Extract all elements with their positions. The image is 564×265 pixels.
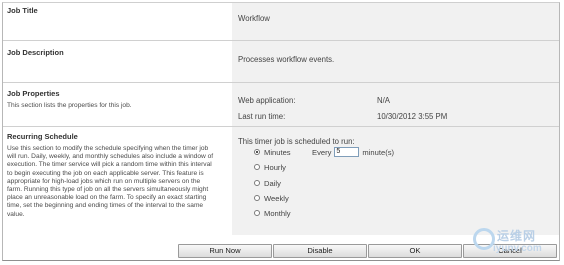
watermark-logo-icon xyxy=(473,228,495,250)
radio-option-daily[interactable]: Daily xyxy=(254,178,310,188)
radio-option-weekly[interactable]: Weekly xyxy=(254,193,310,203)
radio-minutes[interactable] xyxy=(254,149,260,155)
job-title-label: Job Title xyxy=(7,6,38,15)
timer-job-form: Job Title Workflow Job Description Proce… xyxy=(2,2,560,261)
radio-hourly[interactable] xyxy=(254,164,260,170)
radio-option-minutes[interactable]: Minutes Every minute(s) xyxy=(254,147,394,157)
job-properties-label: Job Properties xyxy=(7,89,60,98)
site-watermark: 运维网 iyunv.com xyxy=(473,222,553,258)
radio-daily[interactable] xyxy=(254,180,260,186)
last-run-label: Last run time: xyxy=(238,112,286,121)
last-run-value: 10/30/2012 3:55 PM xyxy=(377,112,448,121)
recurring-schedule-description: Use this section to modify the schedule … xyxy=(7,145,214,218)
radio-weekly[interactable] xyxy=(254,195,260,201)
radio-option-hourly[interactable]: Hourly xyxy=(254,162,310,172)
job-description-label: Job Description xyxy=(7,48,64,57)
schedule-prompt: This timer job is scheduled to run: xyxy=(238,137,355,146)
job-description-value: Processes workflow events. xyxy=(238,55,335,64)
recurring-schedule-label: Recurring Schedule xyxy=(7,132,78,141)
job-title-value: Workflow xyxy=(238,14,270,23)
job-properties-section: Job Properties This section lists the pr… xyxy=(3,82,559,126)
watermark-cn-text: 运维网 xyxy=(497,229,537,243)
ok-button[interactable]: OK xyxy=(368,244,462,258)
radio-monthly[interactable] xyxy=(254,210,260,216)
disable-button[interactable]: Disable xyxy=(273,244,367,258)
job-title-section: Job Title Workflow xyxy=(3,3,559,40)
every-label: Every xyxy=(312,147,332,157)
radio-option-monthly[interactable]: Monthly xyxy=(254,208,310,218)
web-application-label: Web application: xyxy=(238,96,296,105)
watermark-en-text: iyunv.com xyxy=(493,243,542,254)
minutes-input[interactable] xyxy=(334,147,360,157)
run-now-button[interactable]: Run Now xyxy=(178,244,272,258)
job-properties-description: This section lists the properties for th… xyxy=(7,102,132,109)
minutes-unit-label: minute(s) xyxy=(362,147,395,157)
web-application-value: N/A xyxy=(377,96,390,105)
recurring-schedule-section: Recurring Schedule Use this section to m… xyxy=(3,126,559,235)
job-description-section: Job Description Processes workflow event… xyxy=(3,40,559,82)
